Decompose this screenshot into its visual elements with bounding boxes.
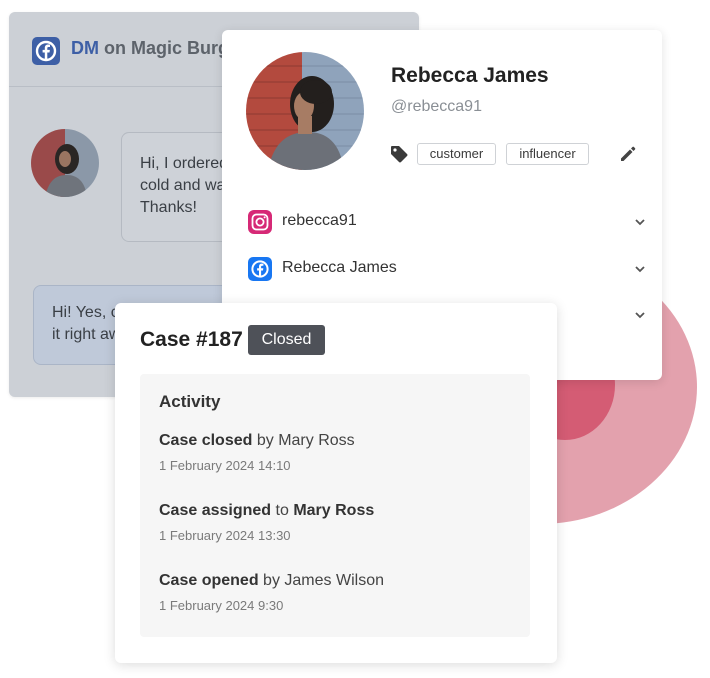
dm-prefix: DM bbox=[71, 38, 99, 58]
status-badge: Closed bbox=[248, 325, 325, 355]
activity-log: Activity Case closed by Mary Ross 1 Febr… bbox=[140, 374, 530, 637]
account-row-facebook[interactable]: Rebecca James bbox=[246, 254, 646, 284]
activity-actor: Mary Ross bbox=[278, 432, 355, 449]
facebook-icon bbox=[248, 257, 272, 281]
activity-action: Case opened bbox=[159, 572, 259, 589]
profile-avatar bbox=[246, 52, 364, 170]
case-card: Case #187 Closed Activity Case closed by… bbox=[115, 303, 557, 663]
chevron-down-icon[interactable] bbox=[634, 216, 646, 228]
tag-icon bbox=[391, 146, 408, 163]
account-label: rebecca91 bbox=[282, 212, 357, 229]
activity-description: Case closed by Mary Ross bbox=[159, 432, 355, 450]
activity-timestamp: 1 February 2024 13:30 bbox=[159, 528, 291, 543]
instagram-icon bbox=[248, 210, 272, 234]
tag-chip-influencer[interactable]: influencer bbox=[506, 143, 589, 165]
dm-page-name: on Magic Burg bbox=[104, 38, 230, 58]
activity-timestamp: 1 February 2024 9:30 bbox=[159, 598, 284, 613]
account-row-instagram[interactable]: rebecca91 bbox=[246, 207, 646, 237]
account-label: Rebecca James bbox=[282, 259, 397, 276]
activity-timestamp: 1 February 2024 14:10 bbox=[159, 458, 291, 473]
dm-avatar bbox=[31, 129, 99, 197]
chevron-down-icon[interactable] bbox=[634, 309, 646, 321]
activity-action: Case assigned bbox=[159, 502, 272, 519]
activity-item: Case assigned to Mary Ross 1 February 20… bbox=[159, 502, 374, 543]
activity-action: Case closed bbox=[159, 432, 253, 449]
activity-item: Case opened by James Wilson 1 February 2… bbox=[159, 572, 384, 613]
activity-actor: James Wilson bbox=[284, 572, 384, 589]
activity-item: Case closed by Mary Ross 1 February 2024… bbox=[159, 432, 355, 473]
pencil-icon[interactable] bbox=[618, 144, 638, 164]
profile-handle: @rebecca91 bbox=[391, 98, 482, 115]
dm-title: DM on Magic Burg bbox=[71, 38, 229, 59]
activity-description: Case opened by James Wilson bbox=[159, 572, 384, 590]
tag-chip-customer[interactable]: customer bbox=[417, 143, 496, 165]
profile-name: Rebecca James bbox=[391, 64, 549, 87]
activity-description: Case assigned to Mary Ross bbox=[159, 502, 374, 520]
chevron-down-icon[interactable] bbox=[634, 263, 646, 275]
activity-connector: to bbox=[275, 502, 289, 519]
activity-actor: Mary Ross bbox=[293, 502, 375, 519]
case-title: Case #187 bbox=[140, 328, 243, 351]
activity-connector: by bbox=[263, 572, 280, 589]
facebook-icon bbox=[32, 37, 60, 65]
activity-title: Activity bbox=[159, 392, 221, 411]
activity-connector: by bbox=[256, 432, 274, 449]
